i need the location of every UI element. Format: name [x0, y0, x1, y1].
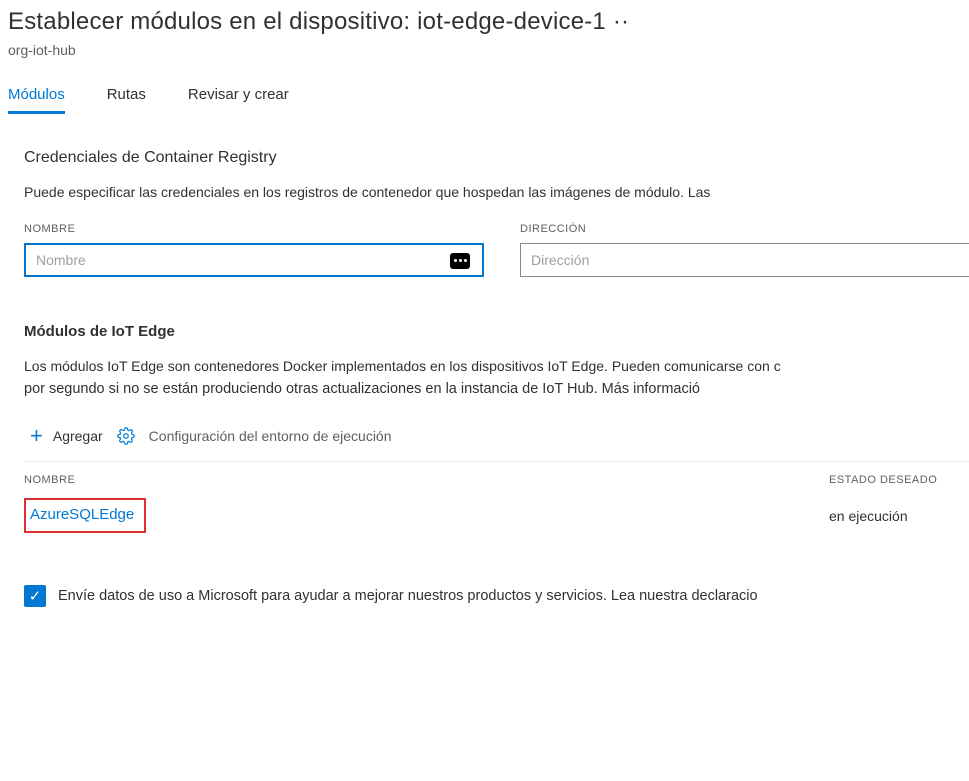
runtime-settings-link[interactable]: Configuración del entorno de ejecución: [149, 428, 392, 444]
module-state: en ejecución: [829, 508, 908, 524]
registry-name-input[interactable]: [24, 243, 484, 277]
modules-section-title: Módulos de IoT Edge: [24, 323, 969, 340]
modules-description-line2: por segundo si no se están produciendo o…: [24, 379, 969, 401]
password-reveal-icon[interactable]: [450, 253, 470, 269]
registry-section-title: Credenciales de Container Registry: [24, 149, 969, 167]
column-header-name: NOMBRE: [24, 474, 829, 486]
modules-description-line1: Los módulos IoT Edge son contenedores Do…: [24, 356, 969, 378]
table-header: NOMBRE ESTADO DESEADO: [24, 474, 969, 486]
tab-routes[interactable]: Rutas: [107, 86, 146, 114]
column-header-state: ESTADO DESEADO: [829, 474, 937, 486]
gear-icon: [117, 427, 135, 445]
registry-address-input[interactable]: [520, 243, 969, 277]
add-module-label: Agregar: [53, 428, 103, 444]
plus-icon: +: [30, 423, 43, 449]
add-module-button[interactable]: + Agregar: [30, 423, 103, 449]
usage-checkbox[interactable]: ✓: [24, 585, 46, 607]
hub-name: org-iot-hub: [8, 42, 969, 58]
tab-review-create[interactable]: Revisar y crear: [188, 86, 289, 114]
page-title: Establecer módulos en el dispositivo: io…: [8, 8, 969, 36]
registry-description: Puede especificar las credenciales en lo…: [24, 183, 969, 203]
table-row: AzureSQLEdge en ejecución: [24, 498, 969, 533]
check-icon: ✓: [29, 587, 42, 605]
registry-fields: NOMBRE DIRECCIÓN: [24, 223, 969, 277]
modules-table: NOMBRE ESTADO DESEADO AzureSQLEdge en ej…: [24, 474, 969, 533]
module-link-azuresqledge[interactable]: AzureSQLEdge: [24, 498, 146, 533]
modules-action-bar: + Agregar Configuración del entorno de e…: [30, 423, 969, 449]
tab-modules[interactable]: Módulos: [8, 86, 65, 114]
registry-address-label: DIRECCIÓN: [520, 223, 969, 235]
usage-text: Envíe datos de uso a Microsoft para ayud…: [58, 588, 758, 604]
registry-name-label: NOMBRE: [24, 223, 484, 235]
wizard-tabs: Módulos Rutas Revisar y crear: [8, 86, 969, 115]
divider: [24, 461, 969, 462]
usage-data-row: ✓ Envíe datos de uso a Microsoft para ay…: [24, 585, 969, 607]
